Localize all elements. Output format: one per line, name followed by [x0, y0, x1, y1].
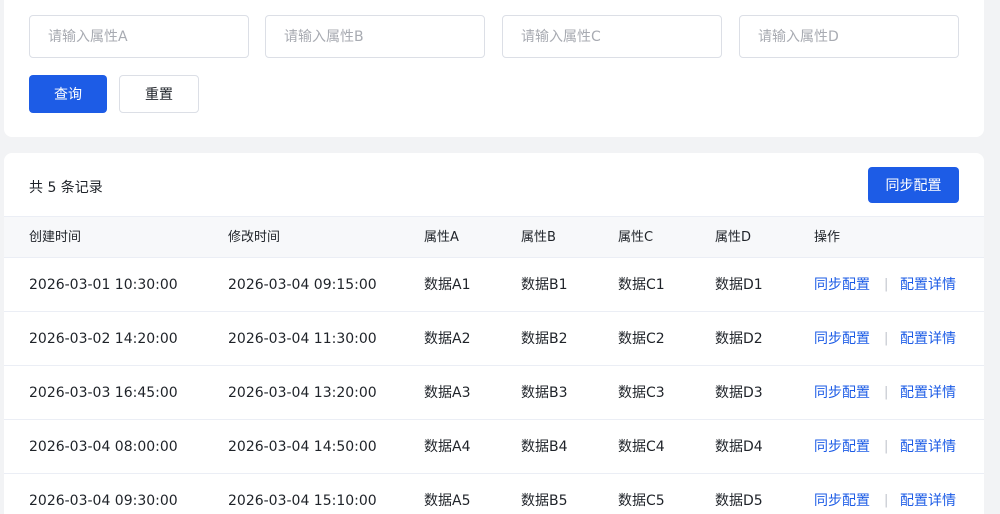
- cell-attr-b: 数据B4: [521, 439, 568, 455]
- reset-button[interactable]: 重置: [119, 75, 199, 113]
- cell-modified: 2026-03-04 15:10:00: [228, 493, 377, 509]
- row-config-detail-link[interactable]: 配置详情: [900, 474, 956, 514]
- cell-attr-a: 数据A3: [424, 385, 471, 401]
- cell-modified: 2026-03-04 11:30:00: [228, 331, 377, 347]
- search-button[interactable]: 查询: [29, 75, 107, 113]
- cell-attr-d: 数据D4: [715, 439, 763, 455]
- column-header-attr-a[interactable]: 属性A: [424, 217, 459, 259]
- cell-attr-a: 数据A4: [424, 439, 471, 455]
- cell-created: 2026-03-03 16:45:00: [29, 385, 178, 401]
- cell-attr-c: 数据C4: [618, 439, 665, 455]
- table-row: 2026-03-04 09:30:00 2026-03-04 15:10:00 …: [4, 474, 984, 514]
- cell-attr-b: 数据B3: [521, 385, 568, 401]
- attribute-b-input[interactable]: [265, 15, 485, 58]
- table-row: 2026-03-04 08:00:00 2026-03-04 14:50:00 …: [4, 420, 984, 474]
- cell-attr-b: 数据B5: [521, 493, 568, 509]
- cell-created: 2026-03-04 08:00:00: [29, 439, 178, 455]
- cell-attr-d: 数据D3: [715, 385, 763, 401]
- table-row: 2026-03-02 14:20:00 2026-03-04 11:30:00 …: [4, 312, 984, 366]
- column-header-attr-b[interactable]: 属性B: [521, 217, 556, 259]
- column-header-actions: 操作: [814, 230, 841, 245]
- cell-attr-d: 数据D2: [715, 331, 763, 347]
- search-panel: 查询 重置: [4, 0, 984, 137]
- cell-attr-c: 数据C5: [618, 493, 665, 509]
- cell-created: 2026-03-04 09:30:00: [29, 493, 178, 509]
- cell-attr-b: 数据B2: [521, 331, 568, 347]
- action-separator: |: [884, 277, 889, 292]
- cell-attr-d: 数据D5: [715, 493, 763, 509]
- column-header-modified[interactable]: 修改时间: [228, 217, 280, 259]
- row-sync-config-link[interactable]: 同步配置: [814, 312, 870, 366]
- row-config-detail-link[interactable]: 配置详情: [900, 366, 956, 420]
- row-sync-config-link[interactable]: 同步配置: [814, 420, 870, 474]
- cell-attr-c: 数据C2: [618, 331, 665, 347]
- cell-attr-c: 数据C1: [618, 277, 665, 293]
- cell-modified: 2026-03-04 13:20:00: [228, 385, 377, 401]
- row-config-detail-link[interactable]: 配置详情: [900, 420, 956, 474]
- table-header: 创建时间 修改时间 属性A 属性B 属性C 属性D 操作: [4, 216, 984, 258]
- sync-config-button[interactable]: 同步配置: [868, 167, 959, 203]
- cell-attr-a: 数据A5: [424, 493, 471, 509]
- cell-attr-b: 数据B1: [521, 277, 568, 293]
- record-count: 共 5 条记录: [29, 180, 103, 196]
- cell-attr-a: 数据A2: [424, 331, 471, 347]
- cell-created: 2026-03-01 10:30:00: [29, 277, 178, 293]
- row-config-detail-link[interactable]: 配置详情: [900, 312, 956, 366]
- action-separator: |: [884, 493, 889, 508]
- row-sync-config-link[interactable]: 同步配置: [814, 366, 870, 420]
- results-panel: 共 5 条记录 同步配置 创建时间 修改时间 属性A 属性B 属性C 属性D 操…: [4, 153, 984, 514]
- row-sync-config-link[interactable]: 同步配置: [814, 474, 870, 514]
- action-separator: |: [884, 331, 889, 346]
- cell-modified: 2026-03-04 14:50:00: [228, 439, 377, 455]
- action-separator: |: [884, 439, 889, 454]
- table-row: 2026-03-01 10:30:00 2026-03-04 09:15:00 …: [4, 258, 984, 312]
- row-sync-config-link[interactable]: 同步配置: [814, 258, 870, 312]
- column-header-attr-d[interactable]: 属性D: [715, 217, 751, 259]
- attribute-a-input[interactable]: [29, 15, 249, 58]
- attribute-d-input[interactable]: [739, 15, 959, 58]
- attribute-c-input[interactable]: [502, 15, 722, 58]
- cell-modified: 2026-03-04 09:15:00: [228, 277, 377, 293]
- cell-attr-a: 数据A1: [424, 277, 471, 293]
- action-separator: |: [884, 385, 889, 400]
- cell-attr-c: 数据C3: [618, 385, 665, 401]
- row-config-detail-link[interactable]: 配置详情: [900, 258, 956, 312]
- column-header-attr-c[interactable]: 属性C: [618, 217, 653, 259]
- cell-attr-d: 数据D1: [715, 277, 763, 293]
- table-row: 2026-03-03 16:45:00 2026-03-04 13:20:00 …: [4, 366, 984, 420]
- column-header-created[interactable]: 创建时间: [29, 217, 81, 259]
- cell-created: 2026-03-02 14:20:00: [29, 331, 178, 347]
